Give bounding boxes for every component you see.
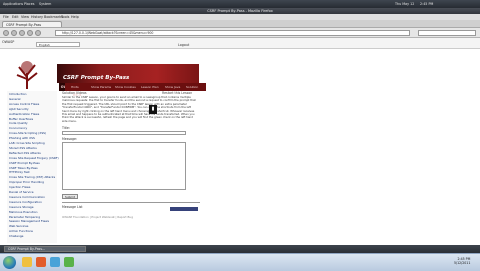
reload-button[interactable] — [19, 29, 25, 36]
language-select[interactable]: English — [36, 42, 80, 47]
system-menu[interactable]: System — [39, 0, 51, 8]
sidebar-item[interactable]: Insecure Configuration — [9, 200, 42, 205]
search-box[interactable] — [418, 29, 476, 36]
firefox-window: CSRF Prompt By-Pass - Mozilla Firefox Fi… — [0, 8, 480, 254]
vmware-icon[interactable] — [64, 257, 74, 267]
firefox-icon[interactable] — [36, 257, 46, 267]
sidebar-item[interactable]: Introduction — [9, 92, 27, 97]
message-list-label: Message List — [62, 205, 83, 209]
navigation-toolbar: http://127.0.0.1/WebGoat/attack?Screen=4… — [0, 28, 480, 38]
sidebar-item[interactable]: Malicious Execution — [9, 210, 37, 215]
nav-show-params[interactable]: Show Params — [91, 83, 111, 91]
tab-bar: CSRF Prompt By-Pass — [0, 20, 480, 28]
submit-button[interactable]: Submit — [62, 194, 78, 199]
lesson-sidebar: Introduction General Access Control Flaws A… — [7, 91, 59, 243]
sidebar-item[interactable]: General — [9, 97, 20, 102]
sidebar-item[interactable]: Insecure Storage — [9, 205, 34, 210]
taskbar-item-firefox[interactable]: CSRF Prompt By-Pass... — [4, 246, 86, 252]
sidebar-item[interactable]: CSRF Prompt By-Pass — [9, 161, 40, 166]
nav-show-java[interactable]: Show Java — [165, 83, 180, 91]
sidebar-item[interactable]: Challenge — [9, 235, 23, 239]
sidebar-item[interactable]: Insecure Communication — [9, 195, 45, 200]
applications-menu[interactable]: Applications — [3, 0, 23, 8]
message-label: Message: — [62, 137, 78, 141]
gnome-top-panel: Applications Places System Thu May 12 2:… — [0, 0, 480, 8]
sidebar-item[interactable]: Denial of Service — [9, 190, 34, 195]
home-button[interactable] — [35, 29, 41, 36]
cursor-marker: ▮ — [149, 105, 157, 114]
places-menu[interactable]: Places — [24, 0, 34, 8]
page-header: OWASP English Logout — [0, 38, 480, 49]
forward-button[interactable] — [11, 29, 17, 36]
ie-icon[interactable] — [50, 257, 60, 267]
lesson-instructions: Similar to the CSRF Lesson, your goal is… — [62, 95, 196, 123]
start-button[interactable] — [3, 256, 16, 269]
window-title: CSRF Prompt By-Pass - Mozilla Firefox — [207, 9, 273, 13]
windows-taskbar: 2:45 PM 5/12/2011 — [0, 253, 480, 271]
sidebar-item[interactable]: AJAX Security — [9, 107, 29, 112]
nav-lesson-plan[interactable]: Lesson Plan — [141, 83, 159, 91]
title-label: Title: — [62, 126, 70, 130]
sidebar-item[interactable]: Reflected XSS Attacks — [9, 151, 41, 156]
stop-button[interactable] — [27, 29, 33, 36]
sidebar-item[interactable]: Stored XSS Attacks — [9, 146, 37, 151]
desktop: Applications Places System Thu May 12 2:… — [0, 0, 480, 271]
explorer-icon[interactable] — [22, 257, 32, 267]
tab-csrf[interactable]: CSRF Prompt By-Pass — [2, 21, 62, 27]
logout-link[interactable]: Logout — [178, 43, 189, 47]
page-footer: OWASP Foundation | Project WebGoat | Rep… — [62, 215, 134, 219]
lesson-nav: Hints Show Params Show Cookies Lesson Pl… — [65, 83, 206, 91]
webgoat-logo-icon — [16, 61, 38, 89]
sidebar-item[interactable]: Access Control Flaws — [9, 102, 39, 107]
nav-solution[interactable]: Solution — [186, 83, 198, 91]
sidebar-item[interactable]: Cross Site Request Forgery (CSRF) — [9, 156, 59, 161]
panel-clock[interactable]: 2:45 PM — [420, 0, 433, 8]
banner-title: CSRF Prompt By-Pass — [63, 75, 130, 81]
owasp-logo: OWASP — [2, 40, 15, 44]
nav-hints[interactable]: Hints — [71, 83, 79, 91]
back-button[interactable] — [3, 29, 9, 36]
url-bar[interactable]: http://127.0.0.1/WebGoat/attack?Screen=4… — [55, 29, 410, 36]
lesson-main: Solution Videos Restart this Lesson Simi… — [62, 91, 200, 241]
webgoat-banner: CSRF Prompt By-Pass OWASP WebGoat V5.4 H… — [7, 59, 206, 97]
tray-clock[interactable]: 2:45 PM 5/12/2011 — [454, 257, 470, 265]
gnome-bottom-panel: CSRF Prompt By-Pass... — [0, 245, 480, 253]
nav-show-cookies[interactable]: Show Cookies — [115, 83, 136, 91]
message-textarea[interactable] — [62, 142, 186, 190]
divider — [62, 202, 200, 203]
page-content: OWASP English Logout CSRF Prompt By-Pass… — [0, 38, 480, 245]
sidebar-item[interactable]: LAB: Cross Site Scripting — [9, 141, 45, 146]
owasp-badge — [170, 207, 198, 211]
tray-date: 5/12/2011 — [454, 261, 471, 265]
panel-date[interactable]: Thu May 12 — [395, 0, 414, 8]
title-input[interactable] — [62, 131, 186, 135]
sidebar-item[interactable]: Authentication Flaws — [9, 112, 39, 117]
